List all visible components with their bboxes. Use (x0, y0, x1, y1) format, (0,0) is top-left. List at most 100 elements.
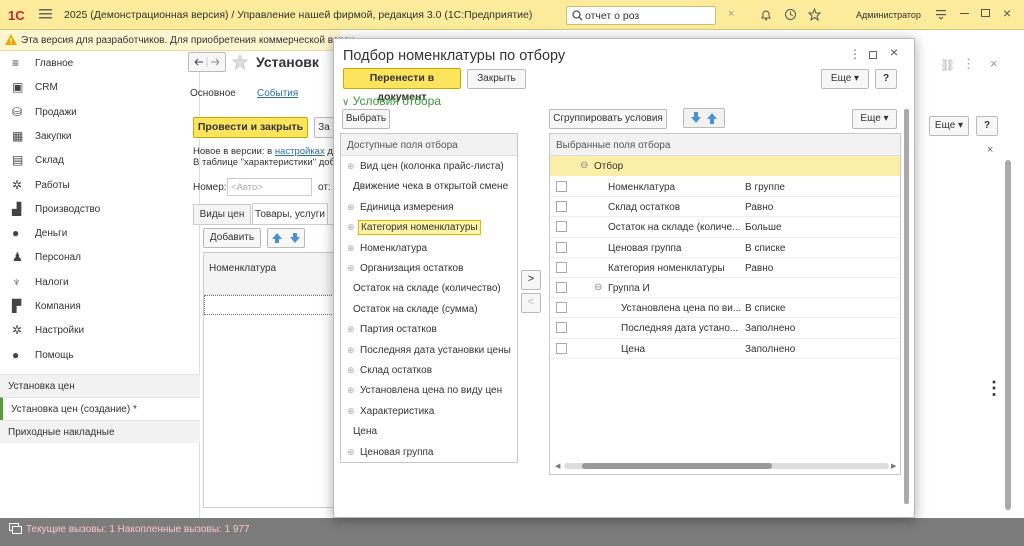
sidebar-item-9[interactable]: ♟ Персонал (0, 246, 200, 270)
tab-main[interactable]: Основное (190, 88, 236, 99)
available-field-item[interactable]: ⊕ Характеристика (341, 401, 517, 421)
tab-goods-services[interactable]: Товары, услуги (252, 203, 328, 225)
nav-back-forward[interactable] (188, 52, 226, 72)
dialog-more-button[interactable]: Еще ▾ (821, 69, 869, 89)
selected-field-row[interactable]: Остаток на складе (количе... Больше (550, 217, 900, 238)
available-field-item[interactable]: ⊕ Вид цен (колонка прайс-листа) (341, 156, 517, 176)
available-field-item[interactable]: ⊕ Склад остатков (341, 360, 517, 380)
choose-button[interactable]: Выбрать (342, 109, 390, 129)
close-form-icon[interactable]: × (990, 56, 998, 71)
selected-field-row[interactable]: Ценовая группа В списке (550, 238, 900, 258)
save-button-partial[interactable]: За (314, 117, 334, 138)
sidebar-item-2[interactable]: ▣ CRM (0, 76, 200, 100)
close-icon[interactable]: × (1003, 5, 1011, 21)
close-news-icon[interactable]: × (987, 144, 993, 156)
vertical-dots-icon[interactable]: ⋮ (985, 378, 1003, 399)
use-checkbox[interactable] (556, 241, 567, 253)
sidebar-item-8[interactable]: ● Деньги (0, 222, 200, 246)
expand-plus-icon[interactable]: ⊕ (347, 385, 355, 396)
number-field[interactable]: <Авто> (227, 178, 312, 196)
dialog-more-vertical-icon[interactable]: ⋮ (849, 47, 861, 61)
use-checkbox[interactable] (556, 342, 567, 354)
group-conditions-button[interactable]: Сгруппировать условия (549, 109, 667, 129)
sidebar-item-12[interactable]: ✲ Настройки (0, 319, 200, 343)
expand-plus-icon[interactable]: ⊕ (347, 222, 355, 233)
sidebar-item-13[interactable]: ● Помощь (0, 344, 200, 368)
use-checkbox[interactable] (556, 302, 567, 314)
sidebar-item-11[interactable]: ▛ Компания (0, 295, 200, 319)
open-window-tab-3[interactable]: Приходные накладные (0, 420, 200, 443)
available-field-item[interactable]: ⊕ Единица измерения (341, 197, 517, 217)
available-field-item[interactable]: Движение чека в открытой смене (341, 176, 517, 196)
comparison-type[interactable]: Больше (745, 222, 782, 233)
available-field-item[interactable]: ⊕ Ценовая группа (341, 442, 517, 462)
move-up-down-buttons[interactable] (267, 228, 305, 248)
comparison-type[interactable]: Заполнено (745, 344, 795, 355)
selected-fields-table[interactable]: Выбранные поля отбора ⊖ Отбор Номенклату… (549, 133, 901, 475)
available-fields-list[interactable]: Доступные поля отбора ⊕ Вид цен (колонка … (340, 133, 518, 463)
collapse-icon[interactable]: ⊖ (594, 282, 602, 293)
expand-plus-icon[interactable]: ⊕ (347, 263, 355, 274)
open-window-tab-2[interactable]: Установка цен (создание) * (0, 397, 200, 420)
form-scrollbar[interactable] (1005, 160, 1011, 510)
comparison-type[interactable]: В группе (745, 182, 785, 193)
more-vertical-icon[interactable]: ⋮ (962, 56, 975, 72)
sidebar-item-1[interactable]: ≡ Главное (0, 52, 200, 76)
goods-table[interactable]: Номенклатура (203, 252, 335, 508)
expand-plus-icon[interactable]: ⊕ (347, 406, 355, 417)
use-checkbox[interactable] (556, 261, 567, 273)
expand-plus-icon[interactable]: ⊕ (347, 324, 355, 335)
favorite-star-icon[interactable] (232, 54, 248, 70)
transfer-to-document-button[interactable]: Перенести в документ (343, 68, 461, 103)
link-icon[interactable]: ⛓ (940, 58, 955, 72)
expand-plus-icon[interactable]: ⊕ (347, 447, 355, 458)
tab-price-types[interactable]: Виды цен (193, 204, 251, 225)
available-field-item[interactable]: ⊕ Категория номенклатуры (341, 217, 517, 237)
horizontal-scrollbar[interactable] (564, 463, 889, 469)
history-icon[interactable] (784, 8, 797, 21)
selected-field-row[interactable]: Номенклатура В группе (550, 177, 900, 198)
selected-field-row[interactable]: Установлена цена по ви... В списке (550, 298, 900, 319)
comparison-type[interactable]: В списке (745, 303, 786, 314)
selected-field-row[interactable]: Склад остатков Равно (550, 197, 900, 218)
expand-plus-icon[interactable]: ⊕ (347, 365, 355, 376)
dialog-close-icon[interactable]: × (890, 44, 898, 60)
maximize-icon[interactable] (981, 9, 990, 17)
available-field-item[interactable]: Остаток на складе (сумма) (341, 299, 517, 319)
filter-conditions-group[interactable]: ∨ Условия отбора (342, 94, 441, 108)
user-name[interactable]: Администратор (856, 10, 921, 20)
post-and-close-button[interactable]: Провести и закрыть (193, 117, 308, 138)
table-row[interactable] (204, 295, 334, 315)
available-field-item[interactable]: ⊕ Организация остатков (341, 258, 517, 278)
selected-field-row[interactable]: ⊖ Группа И (550, 278, 900, 299)
search-input[interactable]: отчет о роз (566, 6, 716, 25)
dialog-help-button[interactable]: ? (875, 69, 897, 89)
use-checkbox[interactable] (556, 322, 567, 334)
available-field-item[interactable]: ⊕ Номенклатура (341, 238, 517, 258)
available-field-item[interactable]: ⊕ Последняя дата установки цены (341, 340, 517, 360)
main-menu-icon[interactable] (38, 7, 54, 21)
comparison-type[interactable]: Равно (745, 263, 773, 274)
use-checkbox[interactable] (556, 221, 567, 233)
tab-events[interactable]: События (257, 88, 298, 99)
settings-menu-icon[interactable] (935, 8, 947, 20)
comparison-type[interactable]: В списке (745, 243, 786, 254)
selected-field-row[interactable]: Категория номенклатуры Равно (550, 258, 900, 278)
sidebar-item-10[interactable]: ♆ Налоги (0, 271, 200, 295)
sidebar-item-3[interactable]: ⛁ Продажи (0, 101, 200, 125)
sidebar-item-6[interactable]: ✲ Работы (0, 174, 200, 198)
news-settings-link[interactable]: настройках (275, 146, 325, 157)
selected-field-row[interactable]: Цена Заполнено (550, 339, 900, 359)
open-window-tab-1[interactable]: Установка цен (0, 374, 200, 397)
remove-field-arrow-button[interactable]: < (521, 293, 541, 313)
favorites-star-icon[interactable] (808, 8, 821, 21)
available-field-item[interactable]: ⊕ Партия остатков (341, 319, 517, 339)
expand-plus-icon[interactable]: ⊕ (347, 202, 355, 213)
expand-plus-icon[interactable]: ⊕ (347, 161, 355, 172)
scroll-left-icon[interactable]: ◀ (555, 462, 560, 470)
comparison-type[interactable]: Заполнено (745, 323, 795, 334)
right-more-button[interactable]: Еще ▾ (852, 109, 897, 129)
comparison-type[interactable]: Равно (745, 202, 773, 213)
expand-plus-icon[interactable]: ⊕ (347, 345, 355, 356)
use-checkbox[interactable] (556, 181, 567, 192)
